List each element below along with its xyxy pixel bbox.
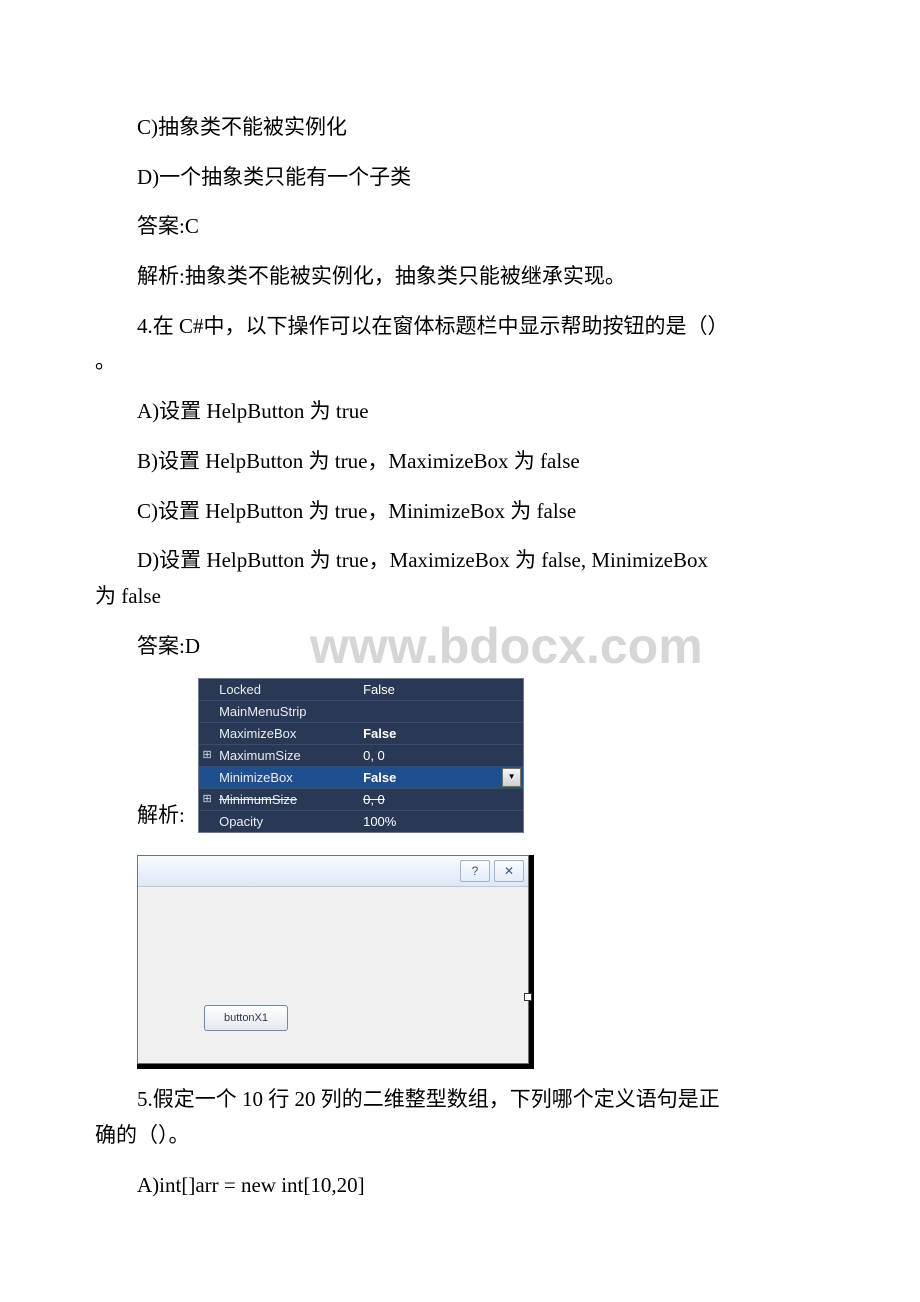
resize-handle-icon[interactable] [524, 993, 532, 1001]
explain-1: 解析:抽象类不能被实例化，抽象类只能被继承实现。 [95, 259, 825, 295]
prop-name: MinimizeBox [215, 767, 359, 789]
buttonx1[interactable]: buttonX1 [204, 1005, 288, 1031]
help-button[interactable]: ? [460, 860, 490, 882]
expand-plus-icon[interactable]: ⊞ [199, 746, 215, 765]
prop-value[interactable]: False [359, 723, 523, 745]
prop-row-opacity[interactable]: Opacity 100% [199, 811, 523, 832]
prop-name: MaximizeBox [215, 723, 359, 745]
prop-value[interactable]: 100% [359, 811, 523, 833]
prop-row-maximizebox[interactable]: MaximizeBox False [199, 723, 523, 745]
prop-row-mainmenustrip[interactable]: MainMenuStrip [199, 701, 523, 723]
question-4-line-1: 4.在 C#中，以下操作可以在窗体标题栏中显示帮助按钮的是（） [95, 309, 825, 345]
option-d: D)一个抽象类只能有一个子类 [95, 160, 825, 196]
q5-option-a: A)int[]arr = new int[10,20] [95, 1168, 825, 1204]
form-preview[interactable]: ? ✕ buttonX1 [137, 855, 529, 1064]
prop-value[interactable]: False [359, 767, 502, 789]
prop-row-minimizebox[interactable]: MinimizeBox False ▼ [199, 767, 523, 789]
q4-option-b: B)设置 HelpButton 为 true，MaximizeBox 为 fal… [95, 444, 825, 480]
question-5-line-2: 确的（）。 [95, 1118, 825, 1154]
explain-label: 解析: [137, 798, 185, 834]
prop-name: Opacity [215, 811, 359, 833]
answer-1: 答案:C [95, 209, 825, 245]
prop-name: Locked [215, 679, 359, 701]
question-5-line-1: 5.假定一个 10 行 20 列的二维整型数组，下列哪个定义语句是正 [95, 1082, 825, 1118]
prop-name: MinimumSize [215, 789, 359, 811]
watermark-text: www.bdocx.com [310, 604, 703, 689]
prop-row-minimumsize[interactable]: ⊞ MinimumSize 0, 0 [199, 789, 523, 811]
prop-value[interactable]: False [359, 679, 523, 701]
q4-option-d-line-1: D)设置 HelpButton 为 true，MaximizeBox 为 fal… [95, 543, 825, 579]
form-client-area[interactable]: buttonX1 [138, 887, 528, 1063]
prop-row-locked[interactable]: Locked False [199, 679, 523, 701]
expand-plus-icon[interactable]: ⊞ [199, 790, 215, 809]
prop-row-maximumsize[interactable]: ⊞ MaximumSize 0, 0 [199, 745, 523, 767]
prop-value[interactable]: 0, 0 [359, 789, 523, 811]
q4-option-c: C)设置 HelpButton 为 true，MinimizeBox 为 fal… [95, 494, 825, 530]
question-4-line-2: 。 [95, 344, 825, 380]
q4-option-a: A)设置 HelpButton 为 true [95, 394, 825, 430]
prop-name: MaximumSize [215, 745, 359, 767]
prop-value[interactable]: 0, 0 [359, 745, 523, 767]
prop-name: MainMenuStrip [215, 701, 359, 723]
close-button[interactable]: ✕ [494, 860, 524, 882]
form-titlebar[interactable]: ? ✕ [138, 856, 528, 887]
property-grid[interactable]: Locked False MainMenuStrip MaximizeBox F… [198, 678, 524, 833]
dropdown-icon[interactable]: ▼ [502, 768, 521, 787]
option-c: C)抽象类不能被实例化 [95, 110, 825, 146]
